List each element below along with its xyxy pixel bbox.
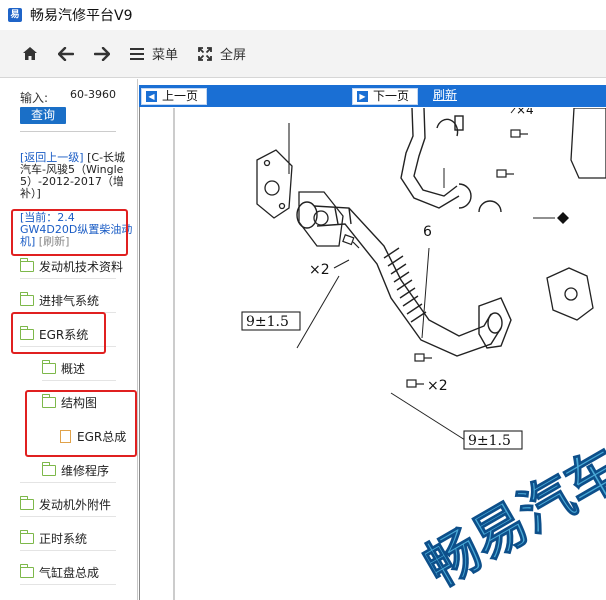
fullscreen-label: 全屏 [220, 48, 247, 63]
tree-item-label: 气缸盘总成 [39, 565, 100, 580]
prev-page-label: 上一页 [162, 89, 199, 103]
divider [20, 482, 116, 483]
highlight-box [11, 312, 106, 354]
tree-item-label: 发动机外附件 [39, 497, 112, 512]
folder-icon [20, 495, 34, 510]
diamond-marker [557, 212, 569, 224]
tree-item-label: 概述 [61, 361, 86, 376]
home-icon [23, 47, 37, 60]
toolbar: 菜单 全屏 [0, 30, 606, 78]
torque-box: 9±1.5 [463, 430, 523, 450]
sidebar: 输入: 60-3960 查询 [返回上一级] [C-长城汽车-风骏5（Wingl… [0, 79, 138, 600]
chevron-left-icon: ◀ [146, 91, 157, 102]
watermark: 畅易汽车 [414, 437, 606, 600]
hose-upper [400, 108, 502, 213]
torque-label: 9±1.5 [468, 433, 511, 449]
highlight-box [25, 390, 137, 457]
tree-item-label: 维修程序 [61, 463, 110, 478]
tree-item-engine-tech[interactable]: 发动机技术资料 [20, 255, 123, 277]
folder-icon [42, 461, 56, 476]
chevron-right-icon: ▶ [357, 91, 368, 102]
tree-item-intake-exhaust[interactable]: 进排气系统 [20, 289, 99, 311]
breadcrumb: [返回上一级] [C-长城汽车-风骏5（Wingle 5）-2012-2017（… [20, 152, 134, 200]
page-nav-bar: ◀ 上一页 ▶ 下一页 刷新 [139, 85, 606, 107]
window-title: 畅易汽修平台V9 [30, 8, 133, 24]
tree-item-timing[interactable]: 正时系统 [20, 527, 87, 549]
torque-box: 9±1.5 [241, 311, 301, 331]
egr-pipe [296, 201, 512, 357]
callout-x4: ×4 [516, 108, 534, 117]
folder-icon [20, 529, 34, 544]
callout-6: 6 [423, 224, 432, 240]
highlight-box [11, 209, 128, 256]
callout-x2: ×2 [309, 262, 330, 278]
tree-item-engine-accessories[interactable]: 发动机外附件 [20, 493, 111, 515]
menu-button[interactable]: 菜单 [120, 39, 188, 69]
next-page-button[interactable]: ▶ 下一页 [352, 88, 419, 105]
folder-icon [42, 359, 56, 374]
tree-item-repair[interactable]: 维修程序 [42, 459, 109, 481]
search-label: 输入: [20, 91, 49, 105]
menu-icon [130, 47, 144, 60]
folder-icon [20, 563, 34, 578]
prev-page-button[interactable]: ◀ 上一页 [141, 88, 208, 105]
tree-item-label: 进排气系统 [39, 293, 100, 308]
search-input[interactable]: 60-3960 [70, 89, 120, 101]
fullscreen-button[interactable]: 全屏 [188, 39, 256, 69]
divider [20, 584, 116, 585]
bolts [342, 129, 528, 388]
folder-icon [20, 257, 34, 272]
back-button[interactable] [48, 39, 84, 69]
divider [20, 131, 116, 132]
app-logo-icon: 易 [8, 8, 22, 22]
torque-label: 9±1.5 [246, 314, 289, 330]
callout-x2: ×2 [427, 378, 448, 394]
forward-button[interactable] [84, 39, 120, 69]
viewer-refresh-link[interactable]: 刷新 [433, 88, 457, 103]
egr-assembly-diagram: 6 ×2 ×2 ×4 9±1.5 9±1.5 畅易汽车 [173, 108, 606, 600]
tree-item-overview[interactable]: 概述 [42, 357, 85, 379]
divider [20, 516, 116, 517]
next-page-label: 下一页 [373, 89, 410, 103]
home-button[interactable] [12, 39, 48, 69]
search-row: 输入: [20, 89, 54, 109]
arrow-left-icon [58, 46, 74, 61]
arrow-right-icon [94, 46, 110, 61]
menu-label: 菜单 [152, 48, 179, 63]
title-bar: 易 畅易汽修平台V9 [0, 0, 606, 30]
tree-item-cylinder-head[interactable]: 气缸盘总成 [20, 561, 99, 583]
query-button[interactable]: 查询 [20, 107, 66, 124]
divider [20, 550, 116, 551]
fullscreen-icon [198, 46, 212, 61]
egr-cooler [546, 108, 606, 321]
gasket-left [256, 149, 293, 219]
tree-item-label: 正时系统 [39, 531, 88, 546]
divider [42, 380, 116, 381]
folder-icon [20, 291, 34, 306]
document-viewer: ◀ 上一页 ▶ 下一页 刷新 6 ×2 ×2 ×4 9±1.5 9±1.5 畅易… [139, 79, 606, 600]
divider [20, 278, 116, 279]
tree-item-label: 发动机技术资料 [39, 259, 124, 274]
